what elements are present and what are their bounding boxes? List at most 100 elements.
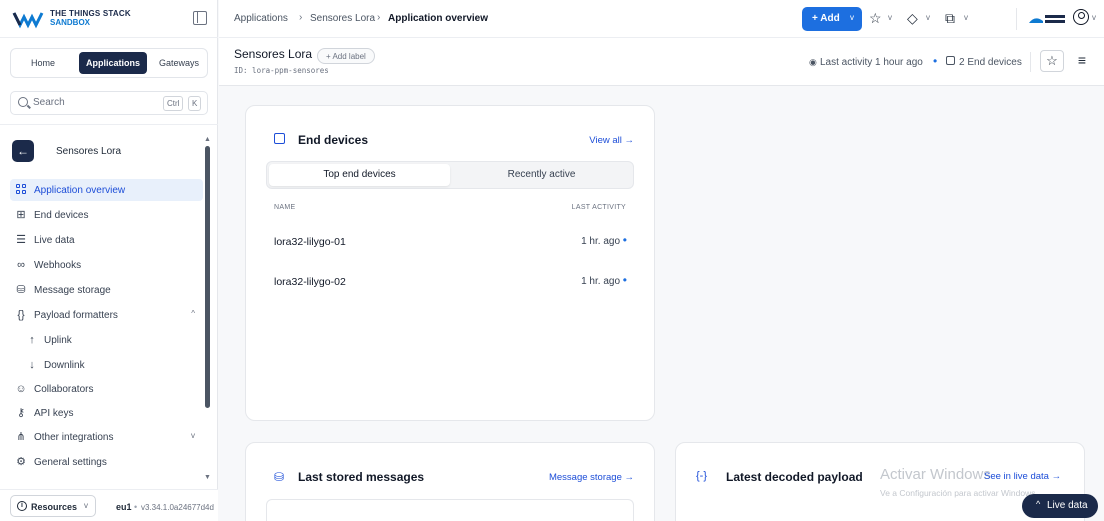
arrow-left-icon: ← (17, 144, 29, 158)
sidebar-item-payload-formatters[interactable]: {} Payload formatters ^ (10, 304, 203, 326)
tab-top-end-devices[interactable]: Top end devices (269, 164, 450, 186)
logo-title: THE THINGS STACK (50, 9, 131, 18)
sidebar-item-webhooks[interactable]: ∞ Webhooks (10, 254, 203, 276)
tab-home[interactable]: Home (15, 52, 71, 74)
breadcrumb-current: Application overview (388, 13, 489, 24)
card-title: Latest decoded payload (726, 470, 863, 484)
breadcrumb-separator-icon: › (377, 12, 381, 23)
sidebar-item-collaborators[interactable]: ☺ Collaborators (10, 378, 203, 400)
live-data-toggle-button[interactable]: ^ Live data (1022, 494, 1098, 518)
sidebar-item-uplink[interactable]: ↑ Uplink (10, 329, 203, 351)
sidebar-app-name: Sensores Lora (56, 146, 122, 157)
tab-gateways[interactable]: Gateways (153, 52, 205, 74)
sidebar-item-general-settings[interactable]: ⚙ General settings (10, 451, 203, 473)
header-divider (1030, 52, 1031, 72)
things-stack-logo-icon[interactable] (12, 9, 44, 29)
sidebar-item-label: Uplink (44, 335, 72, 346)
device-name: lora32-lilygo-02 (274, 276, 346, 288)
stored-messages-list (266, 499, 634, 521)
sidebar-item-label: Application overview (34, 185, 126, 196)
separator-dot: • (134, 502, 138, 512)
grid-icon (15, 184, 27, 196)
live-data-label: Live data (1047, 500, 1088, 511)
logo-area: THE THINGS STACK SANDBOX (0, 0, 218, 38)
key-icon: ⚷ (16, 407, 26, 419)
device-count-link[interactable]: 2 End devices (959, 57, 1022, 68)
tab-applications[interactable]: Applications (79, 52, 147, 74)
chevron-up-icon[interactable]: ^ (191, 309, 195, 318)
menu-icon[interactable]: ≡ (1070, 50, 1094, 72)
breadcrumb-app[interactable]: Sensores Lora (310, 13, 375, 24)
status-dot-icon: • (933, 54, 938, 68)
add-button[interactable]: + Add v (802, 7, 862, 31)
stored-messages-card: ⛁ Last stored messages Message storage → (245, 442, 655, 521)
scroll-up-icon[interactable]: ▲ (204, 136, 211, 143)
sidebar-divider (0, 124, 218, 125)
sidebar-item-end-devices[interactable]: ⊞ End devices (10, 204, 203, 226)
view-all-link[interactable]: View all → (589, 135, 634, 146)
bookmarks-dropdown[interactable]: ☆ v (869, 10, 903, 28)
end-devices-card: End devices View all → Top end devices R… (245, 105, 655, 421)
status-dot-icon: • (622, 233, 627, 247)
star-icon: ☆ (869, 10, 882, 26)
sidebar: THE THINGS STACK SANDBOX Home Applicatio… (0, 0, 218, 521)
message-storage-link[interactable]: Message storage → (549, 472, 634, 483)
search-icon (18, 97, 28, 107)
arrow-up-icon: ↑ (29, 334, 35, 346)
sidebar-item-other-integrations[interactable]: ⋔ Other integrations v (10, 426, 203, 448)
signal-icon: ◉ (809, 57, 817, 67)
chevron-down-icon: v (926, 13, 930, 22)
resources-button[interactable]: i Resources v (10, 495, 96, 517)
scroll-down-icon[interactable]: ▼ (204, 474, 211, 481)
settings-icon: ⚙ (16, 456, 26, 468)
resources-label: Resources (31, 502, 78, 512)
main-nav-tabs: Home Applications Gateways (10, 48, 208, 78)
sidebar-item-api-keys[interactable]: ⚷ API keys (10, 402, 203, 424)
kbd-k: K (188, 96, 202, 111)
user-avatar-icon[interactable] (1073, 9, 1089, 25)
arrow-down-icon: ↓ (29, 359, 35, 371)
sidebar-item-downlink[interactable]: ↓ Downlink (10, 354, 203, 376)
app-header: Sensores Lora ID: lora-ppm-sensores + Ad… (219, 38, 1104, 86)
sidebar-collapse-icon[interactable] (193, 11, 207, 25)
table-row[interactable]: lora32-lilygo-02 1 hr. ago • (246, 262, 654, 302)
last-activity-text: Last activity 1 hour ago (820, 57, 923, 68)
logo-subtitle: SANDBOX (50, 18, 91, 27)
column-header-name: NAME (274, 204, 296, 211)
notifications-dropdown[interactable]: ◇ v (907, 10, 941, 28)
topbar-divider (1016, 8, 1017, 30)
sidebar-item-label: Downlink (44, 360, 85, 371)
table-row[interactable]: lora32-lilygo-01 1 hr. ago • (246, 222, 654, 262)
sidebar-scrollbar[interactable] (205, 146, 210, 408)
sidebar-footer: i Resources v eu1 • v3.34.1.0a24677d4d (0, 489, 218, 521)
webhook-icon: ∞ (17, 259, 25, 271)
sidebar-item-label: End devices (34, 210, 89, 221)
cluster-label: eu1 (116, 502, 132, 512)
chip-icon (946, 56, 955, 65)
chevron-down-icon: v (964, 13, 968, 22)
search-input[interactable]: Search Ctrl K (10, 91, 208, 115)
breadcrumb-applications[interactable]: Applications (234, 13, 288, 24)
bookmark-star-button[interactable]: ☆ (1040, 50, 1064, 72)
console-dropdown[interactable]: ⧉ v (945, 10, 979, 28)
sidebar-item-application-overview[interactable]: Application overview (10, 179, 203, 201)
sidebar-item-message-storage[interactable]: ⛁ Message storage (10, 279, 203, 301)
chevron-down-icon: v (84, 501, 88, 510)
tag-icon: ◇ (907, 10, 918, 26)
chevron-down-icon[interactable]: v (1092, 13, 1096, 22)
add-label-button[interactable]: + Add label (317, 48, 375, 64)
code-icon: {} (17, 309, 25, 321)
top-bar: Applications › Sensores Lora › Applicati… (219, 0, 1104, 38)
back-button[interactable]: ← (12, 140, 34, 162)
code-brackets-icon: {-} (696, 470, 708, 482)
sidebar-item-live-data[interactable]: ☰ Live data (10, 229, 203, 251)
end-devices-tabs: Top end devices Recently active (266, 161, 634, 189)
cast-icon: ⧉ (945, 10, 955, 26)
device-activity: 1 hr. ago (581, 276, 620, 287)
chevron-down-icon: v (850, 13, 854, 22)
see-live-data-link[interactable]: See in live data → (984, 471, 1061, 482)
tab-recently-active[interactable]: Recently active (451, 164, 632, 186)
ttn-network-logo-icon[interactable] (1027, 11, 1067, 27)
sidebar-item-label: Other integrations (34, 432, 114, 443)
chevron-down-icon[interactable]: v (191, 431, 195, 440)
